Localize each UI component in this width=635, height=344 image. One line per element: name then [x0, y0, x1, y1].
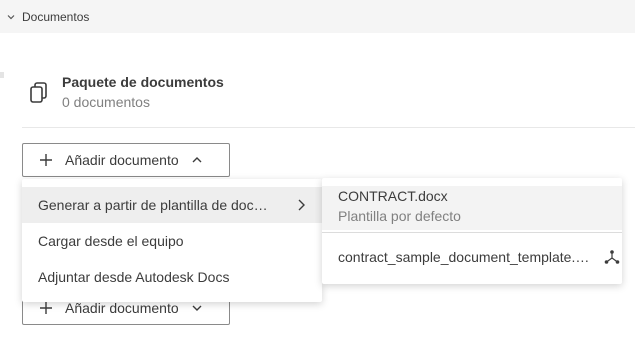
template-item-contract[interactable]: CONTRACT.docx Plantilla por defecto [322, 186, 622, 230]
copy-documents-icon [30, 82, 47, 103]
menu-item-attach-from-autodesk-docs[interactable]: Adjuntar desde Autodesk Docs [22, 259, 322, 295]
chevron-right-icon [298, 199, 305, 211]
plus-icon [40, 154, 52, 166]
template-name: CONTRACT.docx [338, 188, 448, 204]
chevron-down-icon [7, 14, 15, 19]
divider [22, 127, 635, 128]
divider [322, 232, 622, 233]
chevron-down-icon [192, 305, 202, 311]
add-document-menu: Generar a partir de plantilla de doc… Ca… [22, 179, 322, 302]
document-package-row: Paquete de documentos 0 documentos [26, 70, 626, 118]
menu-item-label: Cargar desde el equipo [38, 233, 184, 249]
menu-item-label: Adjuntar desde Autodesk Docs [38, 269, 230, 285]
section-title: Documentos [22, 9, 90, 24]
left-tick-mark [0, 71, 4, 78]
package-document-count: 0 documentos [62, 94, 150, 110]
share-network-icon [604, 250, 620, 264]
documents-section-header[interactable]: Documentos [0, 0, 635, 33]
template-item-contract-sample[interactable]: contract_sample_document_template.… [322, 242, 622, 274]
add-document-label: Añadir documento [65, 300, 179, 316]
menu-item-label: Generar a partir de plantilla de doc… [38, 197, 268, 213]
menu-item-generate-from-template[interactable]: Generar a partir de plantilla de doc… [22, 187, 322, 223]
package-title: Paquete de documentos [62, 74, 224, 90]
template-submenu: CONTRACT.docx Plantilla por defecto cont… [322, 178, 622, 284]
add-document-button[interactable]: Añadir documento [22, 143, 230, 177]
add-document-label: Añadir documento [65, 152, 179, 168]
template-default-label: Plantilla por defecto [338, 208, 461, 224]
menu-item-upload-from-computer[interactable]: Cargar desde el equipo [22, 223, 322, 259]
plus-icon [40, 302, 52, 314]
chevron-up-icon [192, 157, 202, 163]
template-name: contract_sample_document_template.… [338, 249, 590, 265]
